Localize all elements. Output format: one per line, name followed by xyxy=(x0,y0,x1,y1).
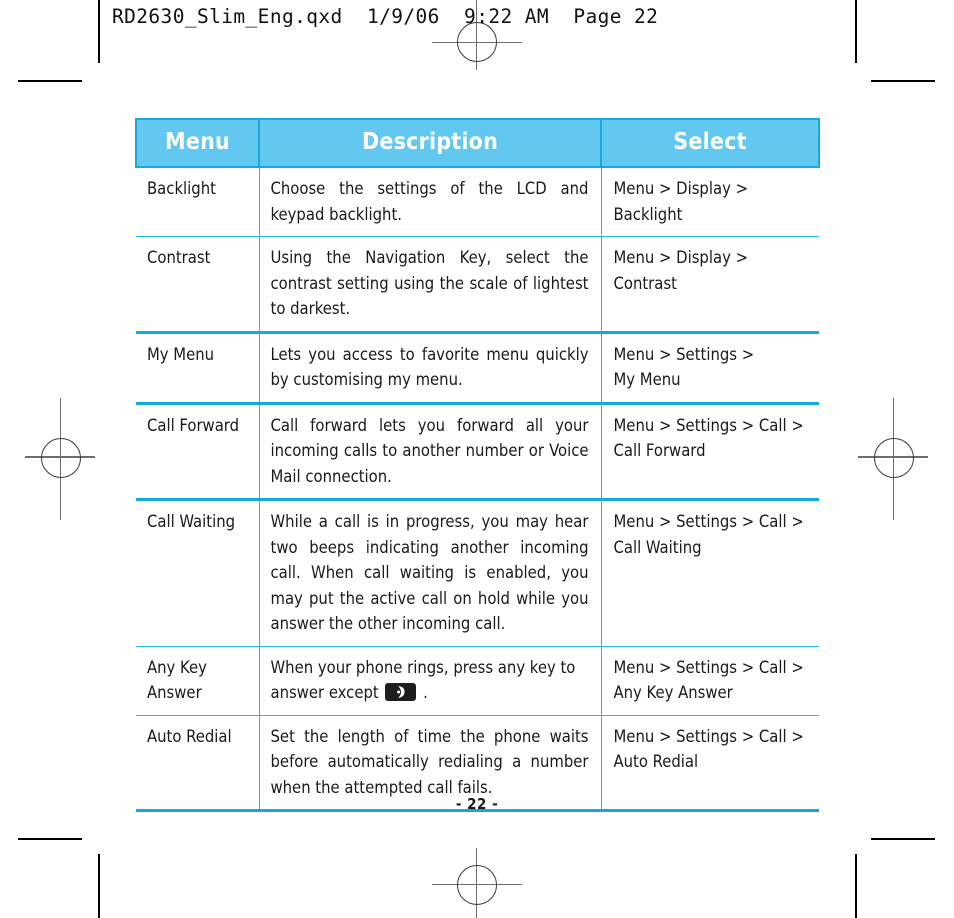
description-text: Call forward lets you forward all your i… xyxy=(270,415,589,486)
select-path-line: Auto Redial xyxy=(613,752,699,771)
crop-mark-bottom-left-vertical xyxy=(98,854,100,918)
table-row: My Menu Lets you access to favorite menu… xyxy=(136,332,819,405)
column-header-menu: Menu xyxy=(135,118,260,168)
table-row: Any Key Answer When your phone rings, pr… xyxy=(136,646,819,716)
row-description: Lets you access to favorite menu quickly… xyxy=(259,332,602,405)
row-select-path: Menu > Settings > My Menu xyxy=(601,332,819,405)
description-text: Choose the settings of the LCD and keypa… xyxy=(270,179,589,224)
select-path-line: Menu > Display > xyxy=(613,179,749,198)
row-description: While a call is in progress, you may hea… xyxy=(259,499,602,647)
row-select-path: Menu > Settings > Call > Call Waiting xyxy=(601,499,819,647)
select-path-line: Backlight xyxy=(613,204,683,224)
description-text: Lets you access to favorite menu quickly… xyxy=(270,344,589,390)
row-menu-name: Contrast xyxy=(136,236,260,334)
select-path-line: Menu > Settings > Call > xyxy=(613,415,804,435)
registration-mark-bottom xyxy=(413,848,541,918)
description-text: Set the length of time the phone waits b… xyxy=(270,726,589,797)
select-path-line: Call Waiting xyxy=(613,537,702,557)
table-row: Contrast Using the Navigation Key, selec… xyxy=(136,236,819,334)
row-description: Using the Navigation Key, select the con… xyxy=(259,236,602,334)
table-row: Call Forward Call forward lets you forwa… xyxy=(136,403,819,501)
select-path-line: Contrast xyxy=(613,273,677,293)
row-select-path: Menu > Settings > Call > Call Forward xyxy=(601,403,819,501)
description-text: While a call is in progress, you may hea… xyxy=(270,512,589,633)
select-path-line: Menu > Settings > xyxy=(613,344,755,364)
crop-mark-bottom-right-horizontal xyxy=(871,838,935,840)
page-number: - 22 - xyxy=(455,795,499,813)
registration-mark-right xyxy=(843,398,943,520)
row-menu-name: Call Forward xyxy=(136,403,260,501)
end-call-key-icon xyxy=(385,683,417,701)
select-path-line: Any Key Answer xyxy=(613,683,733,702)
select-path-line: Menu > Display > xyxy=(613,248,749,267)
row-description: Call forward lets you forward all your i… xyxy=(259,403,602,501)
row-select-path: Menu > Display > Backlight xyxy=(601,167,819,237)
table-row: Call Waiting While a call is in progress… xyxy=(136,499,819,647)
select-path-line: Menu > Settings > Call > xyxy=(613,512,804,531)
row-description: Choose the settings of the LCD and keypa… xyxy=(259,167,602,237)
row-menu-name: My Menu xyxy=(136,332,260,405)
crop-mark-top-left-vertical xyxy=(98,0,100,63)
crop-mark-top-left-horizontal xyxy=(18,80,82,82)
row-select-path: Menu > Display > Contrast xyxy=(601,236,819,334)
menu-reference-table: Menu Description Select Backlight Choose… xyxy=(135,118,820,812)
crop-mark-bottom-right-vertical xyxy=(855,854,857,918)
description-text: Using the Navigation Key, select the con… xyxy=(270,248,589,318)
column-header-select: Select xyxy=(600,118,820,168)
select-path-line: Call Forward xyxy=(613,441,706,460)
crop-mark-bottom-left-horizontal xyxy=(18,838,82,840)
row-menu-name: Any Key Answer xyxy=(136,646,260,716)
select-path-line: Menu > Settings > Call > xyxy=(613,726,804,746)
row-select-path: Menu > Settings > Call > Any Key Answer xyxy=(601,646,819,716)
row-menu-name: Call Waiting xyxy=(136,499,260,647)
row-menu-name: Backlight xyxy=(136,167,260,237)
select-path-line: Menu > Settings > Call > xyxy=(613,657,804,677)
select-path-line: My Menu xyxy=(613,370,681,389)
crop-mark-top-right-horizontal xyxy=(871,80,935,82)
description-text-suffix: . xyxy=(423,683,428,702)
crop-mark-top-right-vertical xyxy=(855,0,857,63)
registration-mark-left xyxy=(10,398,110,520)
table-row: Backlight Choose the settings of the LCD… xyxy=(136,167,819,237)
column-header-description: Description xyxy=(258,118,602,168)
table-header-row: Menu Description Select xyxy=(135,118,820,168)
row-description: When your phone rings, press any key to … xyxy=(259,646,602,716)
prepress-file-header: RD2630_Slim_Eng.qxd 1/9/06 9:22 AM Page … xyxy=(112,5,659,28)
